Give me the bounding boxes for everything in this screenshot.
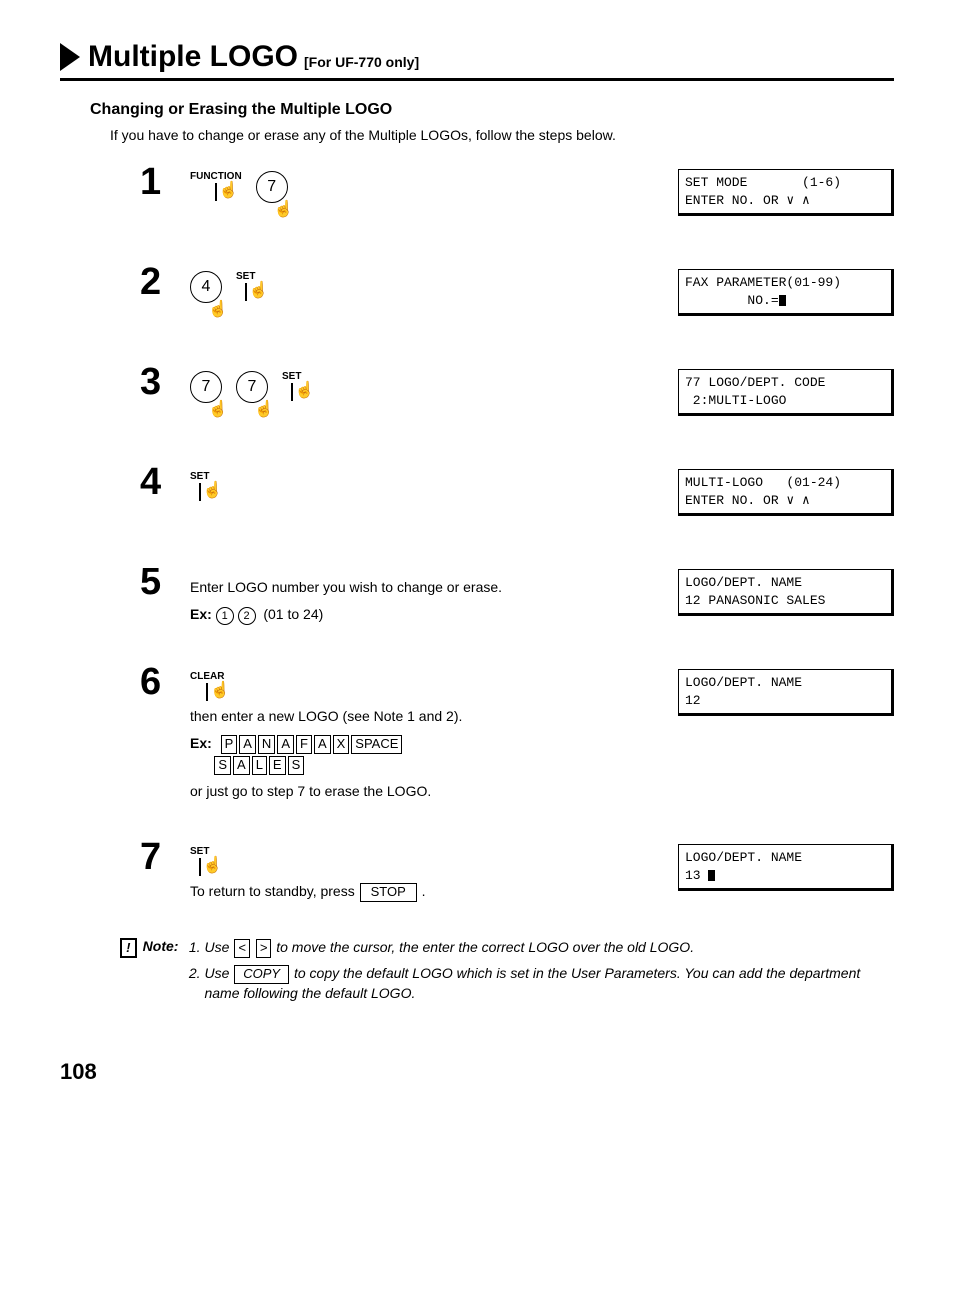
lcd-display: MULTI-LOGO (01-24) ENTER NO. OR ∨ ∧ bbox=[678, 469, 894, 516]
intro-text: If you have to change or erase any of th… bbox=[110, 127, 894, 143]
instruction-text: To return to standby, press STOP . bbox=[190, 881, 678, 902]
step-number: 1 bbox=[140, 163, 190, 201]
step-number: 2 bbox=[140, 263, 190, 301]
step-number: 6 bbox=[140, 663, 190, 701]
note-label: Note: bbox=[143, 938, 179, 1009]
note-1: Use < > to move the cursor, the enter th… bbox=[204, 938, 894, 958]
example-text: Ex: PANAFAXSPACE SALES bbox=[190, 733, 678, 775]
lcd-display: LOGO/DEPT. NAME 12 bbox=[678, 669, 894, 716]
instruction-text: or just go to step 7 to erase the LOGO. bbox=[190, 781, 678, 802]
notes-section: ! Note: Use < > to move the cursor, the … bbox=[120, 938, 894, 1009]
lcd-display: FAX PARAMETER(01-99) NO.= bbox=[678, 269, 894, 316]
step-2: 2 4 SET FAX PARAMETER(01-99) NO.= bbox=[140, 263, 894, 333]
key-7: 7 bbox=[190, 371, 222, 403]
instruction-text: Enter LOGO number you wish to change or … bbox=[190, 577, 678, 598]
lcd-display: 77 LOGO/DEPT. CODE 2:MULTI-LOGO bbox=[678, 369, 894, 416]
step-1: 1 FUNCTION 7 SET MODE (1-6) ENTER NO. OR… bbox=[140, 163, 894, 233]
set-button: SET bbox=[282, 371, 301, 400]
step-number: 4 bbox=[140, 463, 190, 501]
clear-button: CLEAR bbox=[190, 671, 224, 700]
page-number: 108 bbox=[60, 1059, 894, 1085]
key-7: 7 bbox=[256, 171, 288, 203]
example-text: Ex: 1 2 (01 to 24) bbox=[190, 604, 678, 625]
step-6: 6 CLEAR then enter a new LOGO (see Note … bbox=[140, 663, 894, 808]
function-button: FUNCTION bbox=[190, 171, 242, 200]
key-4: 4 bbox=[190, 271, 222, 303]
step-number: 3 bbox=[140, 363, 190, 401]
lcd-display: LOGO/DEPT. NAME 12 PANASONIC SALES bbox=[678, 569, 894, 616]
set-button: SET bbox=[190, 846, 209, 875]
key-7: 7 bbox=[236, 371, 268, 403]
triangle-icon bbox=[60, 43, 80, 71]
step-number: 5 bbox=[140, 563, 190, 601]
note-icon: ! bbox=[120, 938, 137, 958]
title-main: Multiple LOGO bbox=[88, 40, 298, 74]
lcd-display: SET MODE (1-6) ENTER NO. OR ∨ ∧ bbox=[678, 169, 894, 216]
step-4: 4 SET MULTI-LOGO (01-24) ENTER NO. OR ∨ … bbox=[140, 463, 894, 533]
set-button: SET bbox=[190, 471, 209, 500]
step-3: 3 7 7 SET 77 LOGO/DEPT. CODE 2:MULTI-LOG… bbox=[140, 363, 894, 433]
page-title-row: Multiple LOGO [For UF-770 only] bbox=[60, 40, 894, 81]
section-heading: Changing or Erasing the Multiple LOGO bbox=[90, 101, 894, 119]
note-2: Use COPY to copy the default LOGO which … bbox=[204, 964, 894, 1003]
step-number: 7 bbox=[140, 838, 190, 876]
step-7: 7 SET To return to standby, press STOP .… bbox=[140, 838, 894, 908]
step-5: 5 Enter LOGO number you wish to change o… bbox=[140, 563, 894, 633]
instruction-text: then enter a new LOGO (see Note 1 and 2)… bbox=[190, 706, 678, 727]
title-sub: [For UF-770 only] bbox=[304, 54, 419, 74]
lcd-display: LOGO/DEPT. NAME 13 bbox=[678, 844, 894, 891]
set-button: SET bbox=[236, 271, 255, 300]
